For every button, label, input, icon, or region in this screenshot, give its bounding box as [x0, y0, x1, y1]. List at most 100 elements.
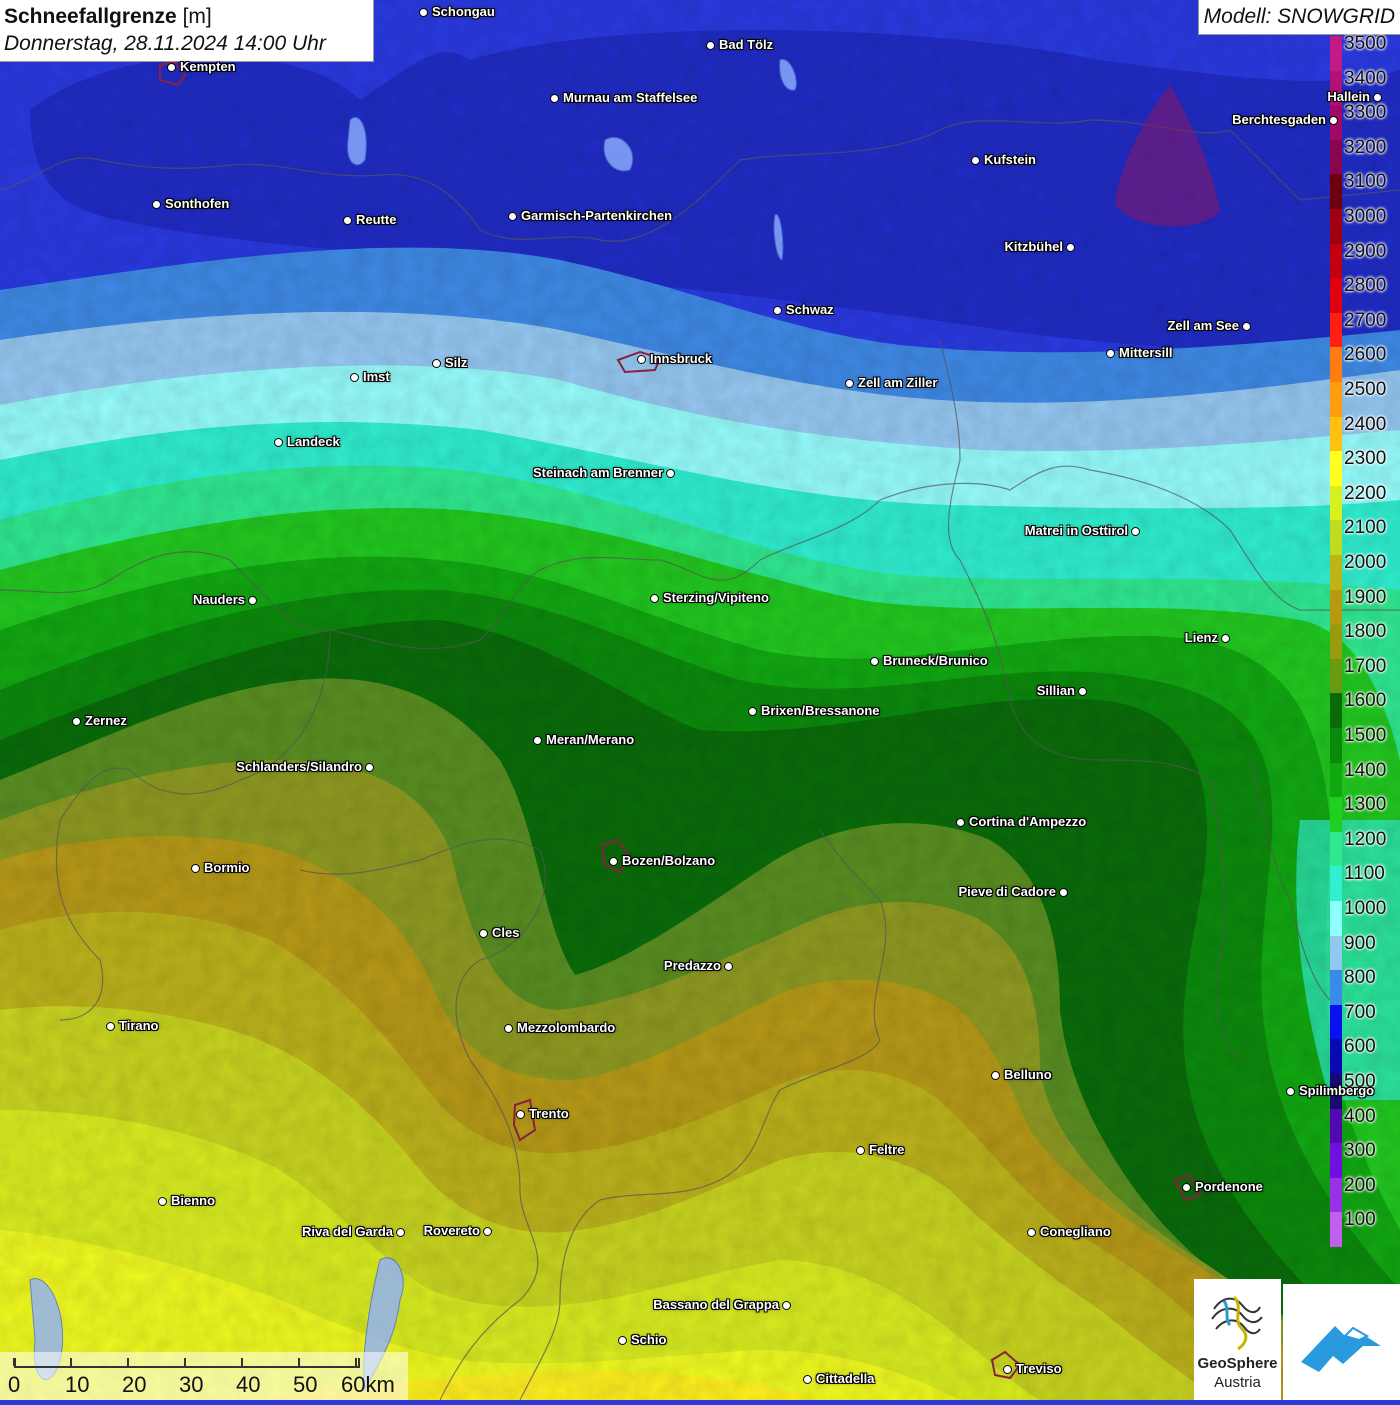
city-marker[interactable] [956, 818, 965, 827]
city-marker[interactable] [1373, 93, 1382, 102]
city-label[interactable]: Mezzolombardo [517, 1021, 615, 1035]
city-marker[interactable] [274, 438, 283, 447]
city-marker[interactable] [618, 1336, 627, 1345]
city-marker[interactable] [1066, 243, 1075, 252]
city-label[interactable]: Schongau [432, 5, 495, 19]
city-label[interactable]: Kitzbühel [1005, 240, 1064, 254]
city-marker[interactable] [504, 1024, 513, 1033]
city-label[interactable]: Cles [492, 926, 519, 940]
city-marker[interactable] [1131, 527, 1140, 536]
city-marker[interactable] [516, 1110, 525, 1119]
city-label[interactable]: Tirano [119, 1019, 159, 1033]
city-label[interactable]: Imst [363, 370, 390, 384]
city-marker[interactable] [1078, 687, 1087, 696]
city-marker[interactable] [72, 717, 81, 726]
city-marker[interactable] [845, 379, 854, 388]
city-label[interactable]: Belluno [1004, 1068, 1052, 1082]
city-marker[interactable] [666, 469, 675, 478]
city-label[interactable]: Bassano del Grappa [653, 1298, 779, 1312]
city-label[interactable]: Hallein [1327, 90, 1370, 104]
city-marker[interactable] [1182, 1183, 1191, 1192]
city-marker[interactable] [1286, 1087, 1295, 1096]
city-label[interactable]: Lienz [1185, 631, 1218, 645]
city-label[interactable]: Schwaz [786, 303, 834, 317]
city-label[interactable]: Bruneck/Brunico [883, 654, 988, 668]
city-label[interactable]: Pordenone [1195, 1180, 1263, 1194]
city-label[interactable]: Cittadella [816, 1372, 875, 1386]
city-label[interactable]: Riva del Garda [302, 1225, 393, 1239]
city-label[interactable]: Spilimbergo [1299, 1084, 1374, 1098]
city-label[interactable]: Murnau am Staffelsee [563, 91, 697, 105]
city-label[interactable]: Meran/Merano [546, 733, 634, 747]
city-label[interactable]: Mittersill [1119, 346, 1172, 360]
city-marker[interactable] [971, 156, 980, 165]
city-marker[interactable] [1329, 116, 1338, 125]
city-label[interactable]: Pieve di Cadore [958, 885, 1056, 899]
city-label[interactable]: Innsbruck [650, 352, 712, 366]
city-marker[interactable] [191, 864, 200, 873]
city-label[interactable]: Conegliano [1040, 1225, 1111, 1239]
city-label[interactable]: Bormio [204, 861, 250, 875]
city-label[interactable]: Zernez [85, 714, 127, 728]
city-label[interactable]: Kufstein [984, 153, 1036, 167]
city-label[interactable]: Schlanders/Silandro [236, 760, 362, 774]
city-marker[interactable] [1059, 888, 1068, 897]
city-label[interactable]: Predazzo [664, 959, 721, 973]
city-label[interactable]: Kempten [180, 60, 236, 74]
city-label[interactable]: Treviso [1016, 1362, 1062, 1376]
city-marker[interactable] [650, 594, 659, 603]
city-marker[interactable] [637, 355, 646, 364]
city-label[interactable]: Bozen/Bolzano [622, 854, 715, 868]
city-marker[interactable] [158, 1197, 167, 1206]
city-label[interactable]: Sonthofen [165, 197, 229, 211]
city-marker[interactable] [350, 373, 359, 382]
city-label[interactable]: Reutte [356, 213, 396, 227]
city-marker[interactable] [167, 63, 176, 72]
city-marker[interactable] [706, 41, 715, 50]
city-marker[interactable] [782, 1301, 791, 1310]
city-label[interactable]: Trento [529, 1107, 569, 1121]
city-marker[interactable] [1003, 1365, 1012, 1374]
city-label[interactable]: Zell am Ziller [858, 376, 937, 390]
city-marker[interactable] [870, 657, 879, 666]
city-marker[interactable] [856, 1146, 865, 1155]
city-label[interactable]: Rovereto [424, 1224, 480, 1238]
city-marker[interactable] [479, 929, 488, 938]
city-marker[interactable] [419, 8, 428, 17]
city-marker[interactable] [106, 1022, 115, 1031]
city-label[interactable]: Zell am See [1167, 319, 1239, 333]
city-marker[interactable] [1221, 634, 1230, 643]
city-marker[interactable] [1106, 349, 1115, 358]
city-label[interactable]: Steinach am Brenner [533, 466, 663, 480]
city-marker[interactable] [432, 359, 441, 368]
city-marker[interactable] [508, 212, 517, 221]
city-label[interactable]: Brixen/Bressanone [761, 704, 880, 718]
city-marker[interactable] [533, 736, 542, 745]
city-marker[interactable] [343, 216, 352, 225]
city-marker[interactable] [396, 1228, 405, 1237]
city-marker[interactable] [803, 1375, 812, 1384]
city-marker[interactable] [991, 1071, 1000, 1080]
city-label[interactable]: Garmisch-Partenkirchen [521, 209, 672, 223]
city-marker[interactable] [365, 763, 374, 772]
city-marker[interactable] [748, 707, 757, 716]
city-label[interactable]: Bienno [171, 1194, 215, 1208]
mountain-logo[interactable] [1283, 1284, 1400, 1400]
city-label[interactable]: Landeck [287, 435, 340, 449]
city-label[interactable]: Feltre [869, 1143, 904, 1157]
city-marker[interactable] [550, 94, 559, 103]
city-label[interactable]: Nauders [193, 593, 245, 607]
city-marker[interactable] [1242, 322, 1251, 331]
city-marker[interactable] [248, 596, 257, 605]
city-label[interactable]: Schio [631, 1333, 666, 1347]
city-label[interactable]: Matrei in Osttirol [1025, 524, 1128, 538]
city-marker[interactable] [152, 200, 161, 209]
city-label[interactable]: Silz [445, 356, 467, 370]
city-marker[interactable] [609, 857, 618, 866]
city-label[interactable]: Bad Tölz [719, 38, 773, 52]
city-label[interactable]: Sterzing/Vipiteno [663, 591, 769, 605]
city-marker[interactable] [1027, 1228, 1036, 1237]
city-marker[interactable] [483, 1227, 492, 1236]
city-label[interactable]: Cortina d'Ampezzo [969, 815, 1086, 829]
city-label[interactable]: Sillian [1037, 684, 1075, 698]
